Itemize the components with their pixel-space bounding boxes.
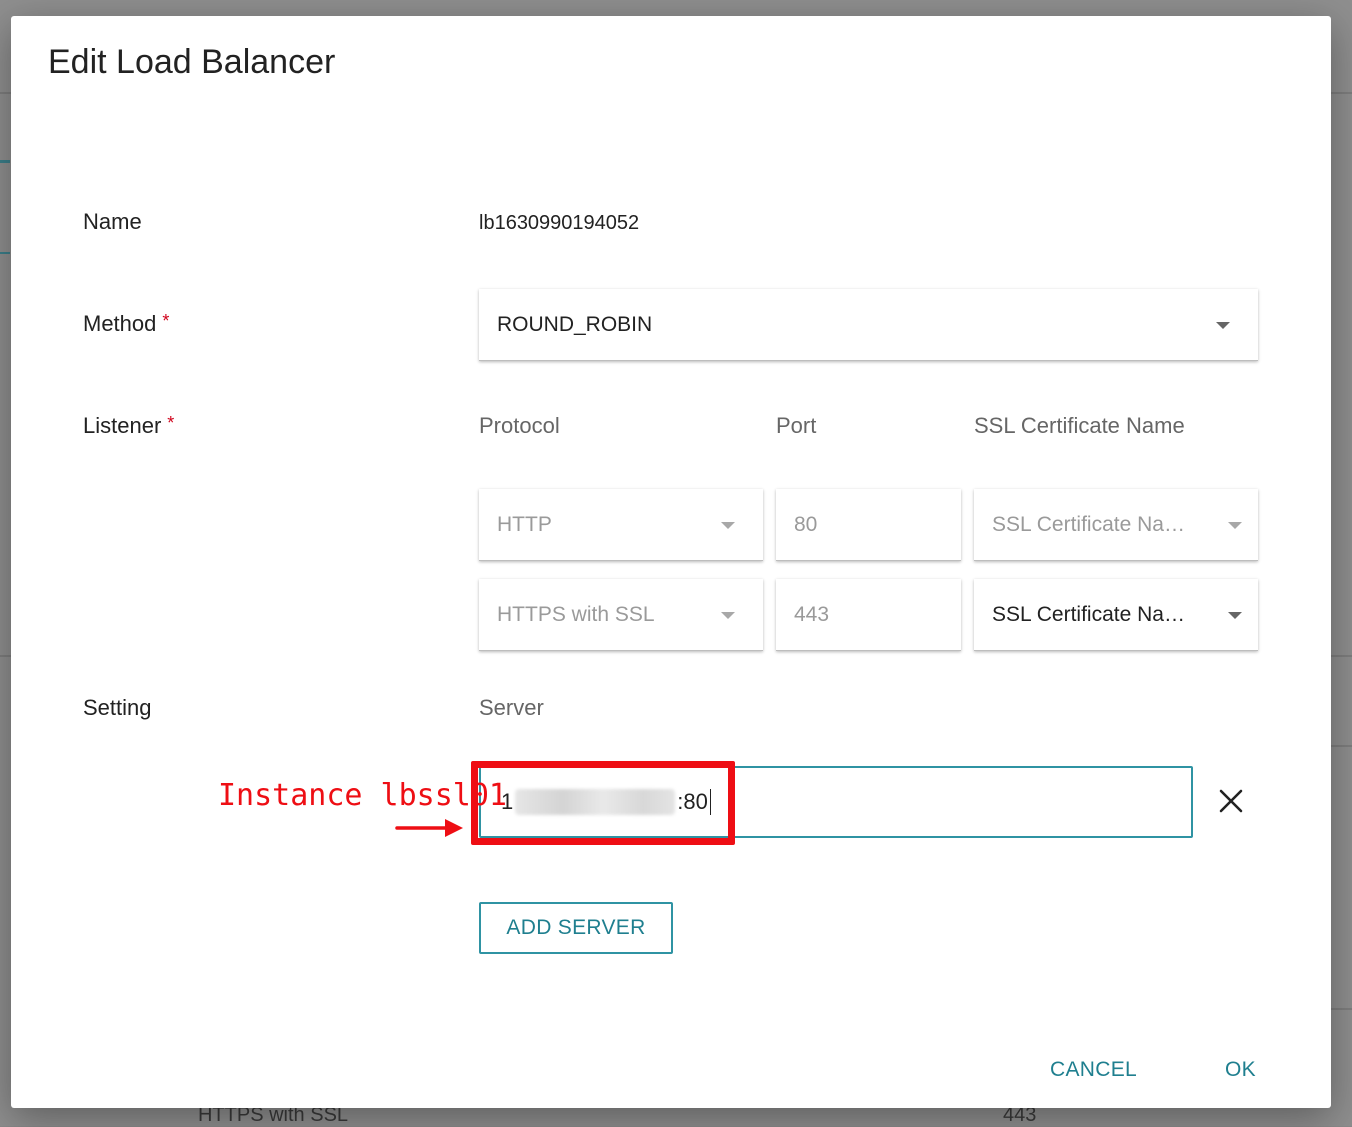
chevron-down-icon xyxy=(1228,521,1242,529)
listener-protocol-value: HTTP xyxy=(497,512,552,536)
column-port: Port xyxy=(776,413,817,438)
listener-ssl-value: SSL Certificate Na… xyxy=(992,512,1185,536)
method-label-text: Method xyxy=(83,311,157,336)
ok-button[interactable]: OK xyxy=(1225,1058,1256,1082)
listener-protocol-select[interactable]: HTTP xyxy=(479,489,763,561)
server-label: Server xyxy=(479,695,544,720)
method-label: Method * xyxy=(83,311,169,337)
listener-port-input[interactable]: 80 xyxy=(776,489,961,561)
bg-divider xyxy=(1331,1008,1352,1010)
listener-ssl-value: SSL Certificate Na… xyxy=(992,602,1185,626)
listener-label-text: Listener xyxy=(83,413,162,438)
chevron-down-icon xyxy=(721,521,735,529)
bg-accent-line xyxy=(0,252,10,254)
name-label: Name xyxy=(83,209,142,234)
chevron-down-icon xyxy=(1216,321,1230,329)
dialog-title: Edit Load Balancer xyxy=(48,43,336,81)
chevron-down-icon xyxy=(721,611,735,619)
annotation-label: Instance lbssl01 xyxy=(218,778,507,813)
listener-port-value: 443 xyxy=(794,602,830,626)
add-server-button[interactable]: ADD SERVER xyxy=(479,902,673,954)
required-mark: * xyxy=(167,413,175,433)
name-value: lb1630990194052 xyxy=(479,212,640,234)
annotation-highlight-box xyxy=(471,761,735,845)
listener-label: Listener * xyxy=(83,413,174,439)
method-select-value: ROUND_ROBIN xyxy=(497,312,653,336)
cancel-button[interactable]: CANCEL xyxy=(1050,1058,1137,1082)
bg-divider xyxy=(1331,745,1352,747)
listener-ssl-select[interactable]: SSL Certificate Na… xyxy=(974,489,1258,561)
listener-protocol-select[interactable]: HTTPS with SSL xyxy=(479,579,763,651)
edit-load-balancer-dialog: Edit Load Balancer Name lb1630990194052 … xyxy=(11,16,1331,1108)
required-mark: * xyxy=(162,311,170,331)
column-protocol: Protocol xyxy=(479,413,560,438)
close-icon[interactable] xyxy=(1218,788,1244,814)
bg-accent-line xyxy=(0,160,10,163)
column-ssl-certificate: SSL Certificate Name xyxy=(974,413,1185,438)
annotation-arrow-icon xyxy=(395,819,463,837)
method-select[interactable]: ROUND_ROBIN xyxy=(479,289,1258,361)
listener-port-value: 80 xyxy=(794,512,818,536)
listener-ssl-select[interactable]: SSL Certificate Na… xyxy=(974,579,1258,651)
chevron-down-icon xyxy=(1228,611,1242,619)
listener-port-input[interactable]: 443 xyxy=(776,579,961,651)
setting-label: Setting xyxy=(83,695,152,720)
listener-protocol-value: HTTPS with SSL xyxy=(497,602,655,626)
